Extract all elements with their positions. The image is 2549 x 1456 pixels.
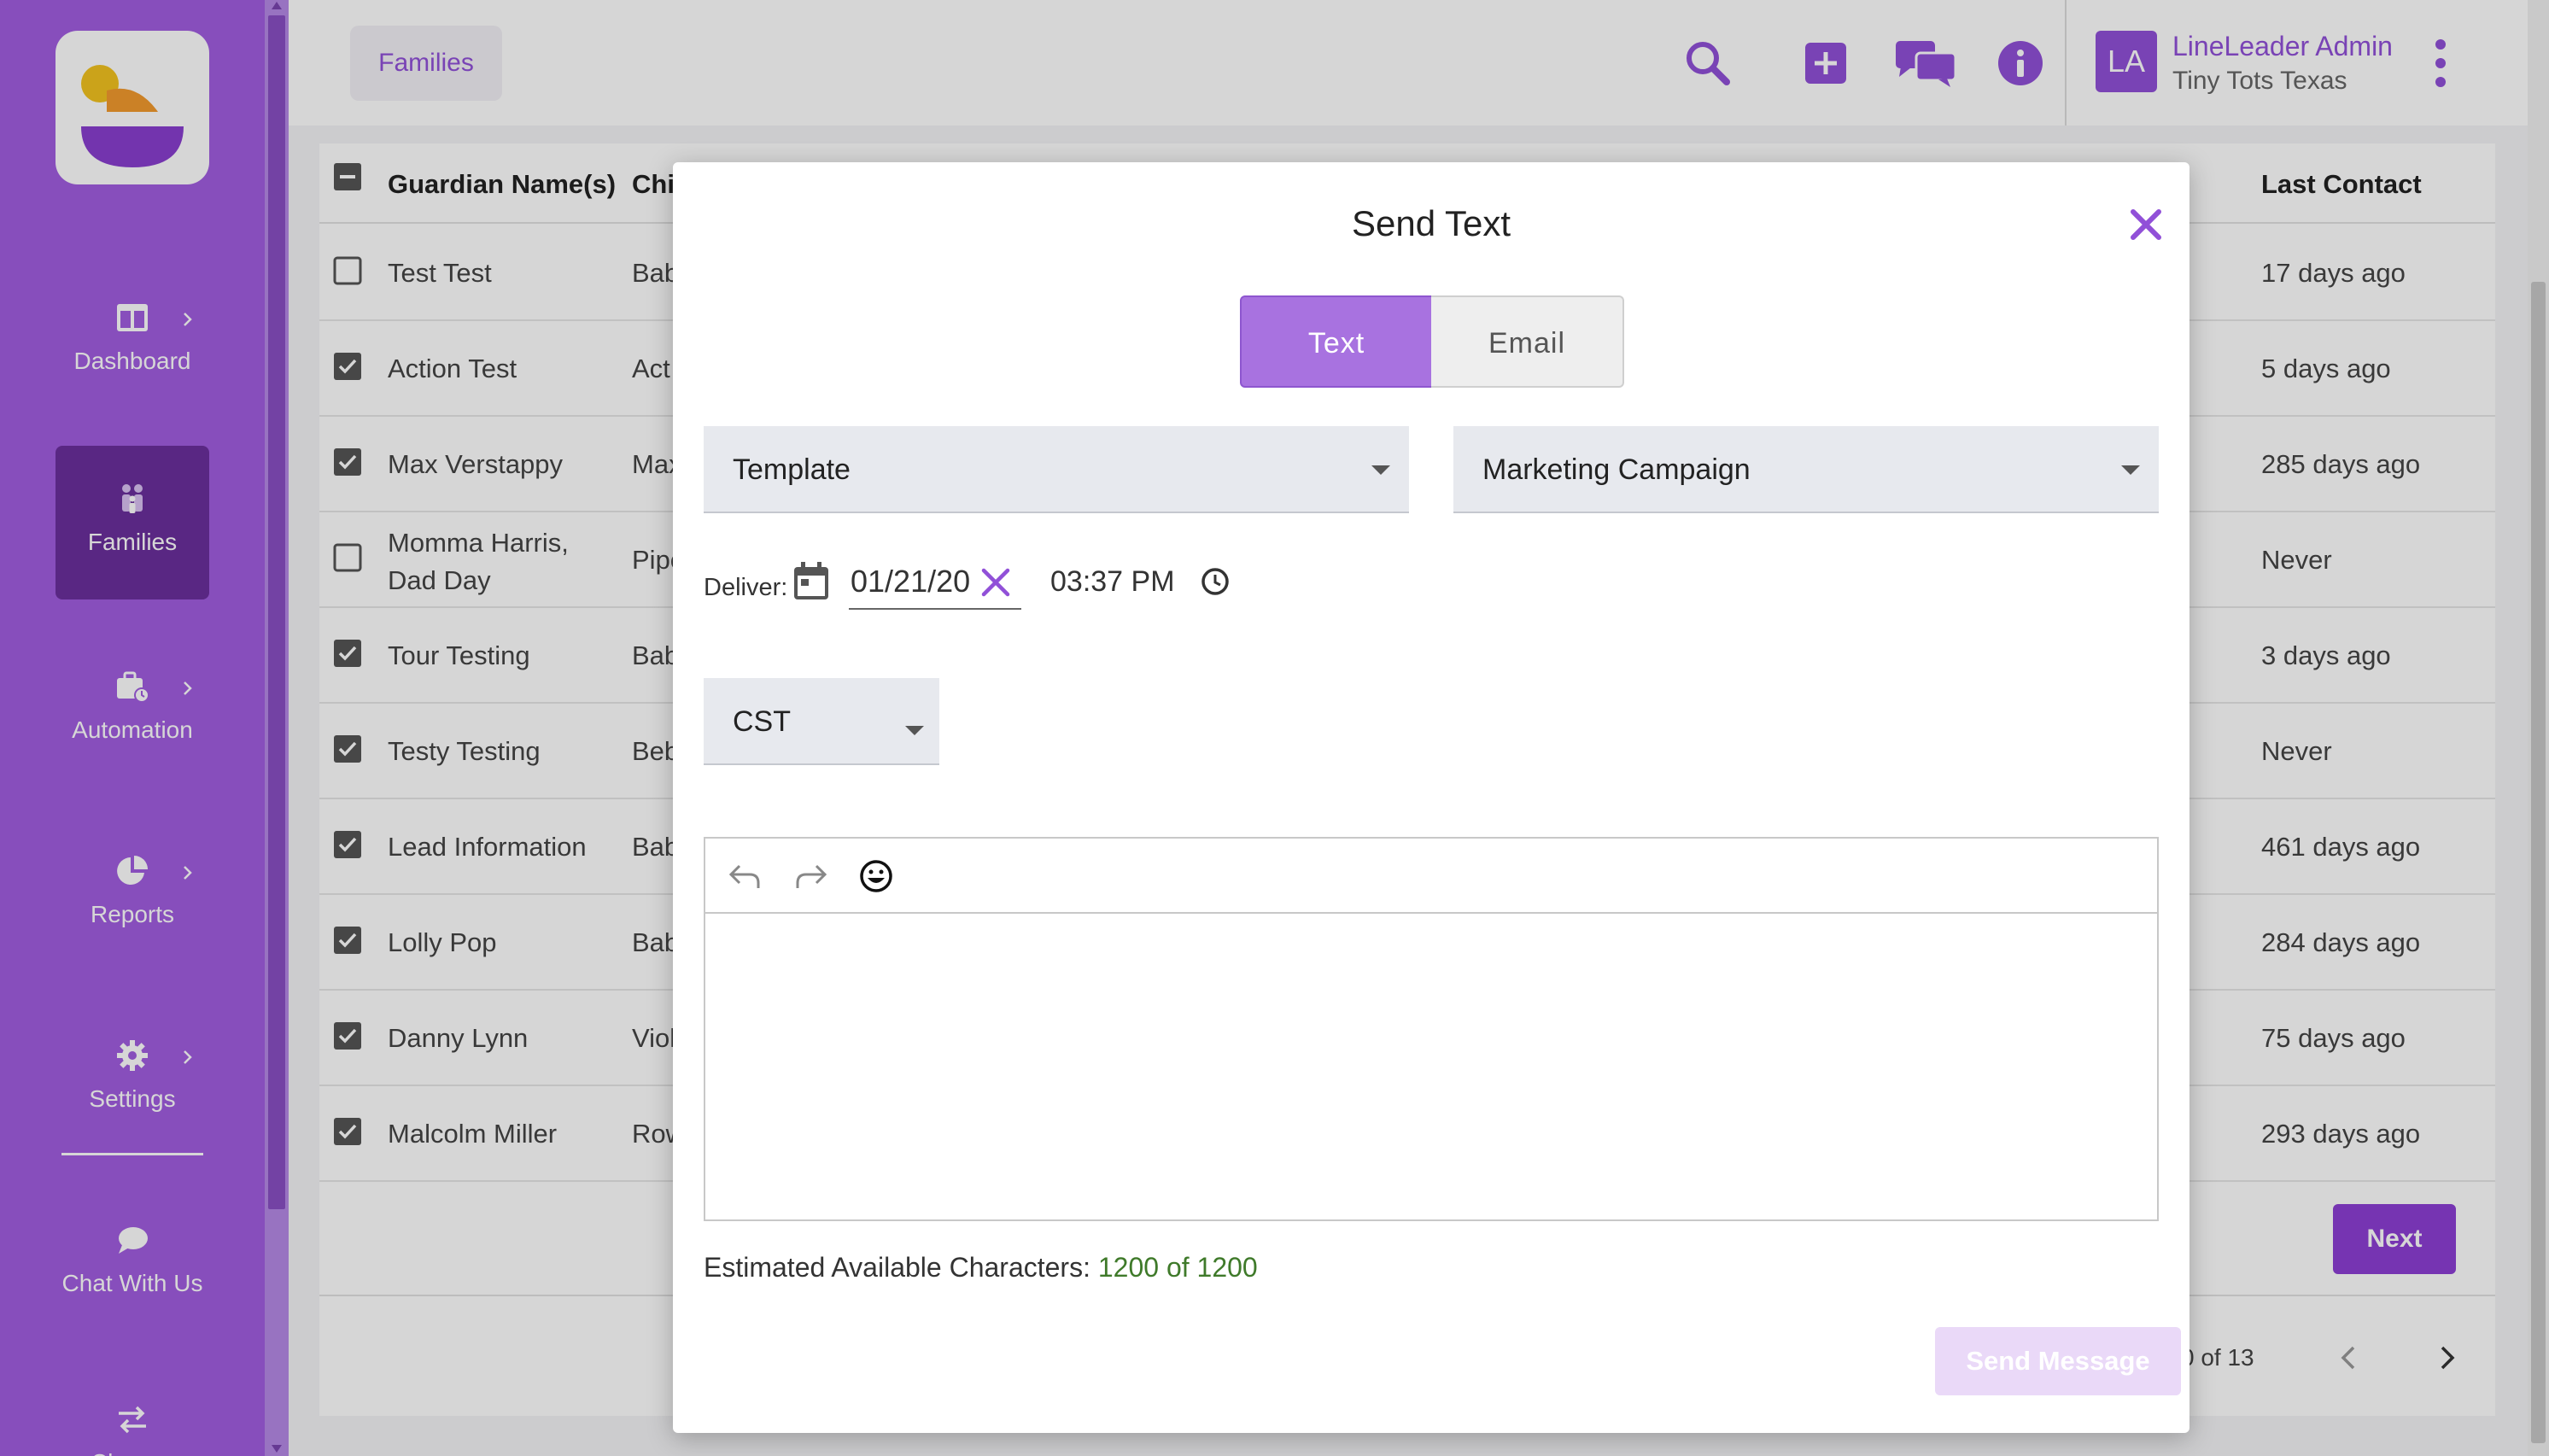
clear-date-icon[interactable]: [980, 567, 1011, 598]
send-message-button[interactable]: Send Message: [1935, 1327, 2181, 1395]
dropdown-caret-icon: [2121, 465, 2140, 475]
modal-title: Send Text: [1351, 203, 1511, 243]
calendar-icon[interactable]: [792, 560, 830, 601]
send-text-modal: Send Text Text Email Template Marketing …: [673, 162, 2189, 1433]
redo-icon[interactable]: [792, 857, 830, 895]
dropdown-caret-icon: [905, 726, 924, 735]
time-input[interactable]: 03:37 PM: [1050, 565, 1175, 599]
tab-email[interactable]: Email: [1431, 295, 1624, 388]
deliver-label: Deliver:: [704, 574, 788, 601]
clock-icon[interactable]: [1201, 567, 1230, 596]
message-textarea[interactable]: [705, 915, 2157, 1219]
campaign-select-value: Marketing Campaign: [1482, 453, 1751, 486]
template-select-value: Template: [733, 453, 851, 486]
timezone-select-value: CST: [733, 705, 791, 738]
available-characters: Estimated Available Characters: 1200 of …: [704, 1252, 1258, 1284]
message-editor: [704, 837, 2159, 1221]
timezone-select[interactable]: CST: [704, 678, 939, 765]
close-icon[interactable]: [2128, 207, 2164, 243]
undo-icon[interactable]: [726, 857, 763, 895]
campaign-select[interactable]: Marketing Campaign: [1453, 426, 2159, 513]
emoji-icon[interactable]: [857, 857, 895, 895]
available-characters-count: 1200 of 1200: [1097, 1252, 1258, 1283]
editor-toolbar: [705, 839, 2157, 914]
available-characters-label: Estimated Available Characters:: [704, 1252, 1090, 1283]
tab-text[interactable]: Text: [1240, 295, 1433, 388]
dropdown-caret-icon: [1371, 465, 1390, 475]
template-select[interactable]: Template: [704, 426, 1409, 513]
